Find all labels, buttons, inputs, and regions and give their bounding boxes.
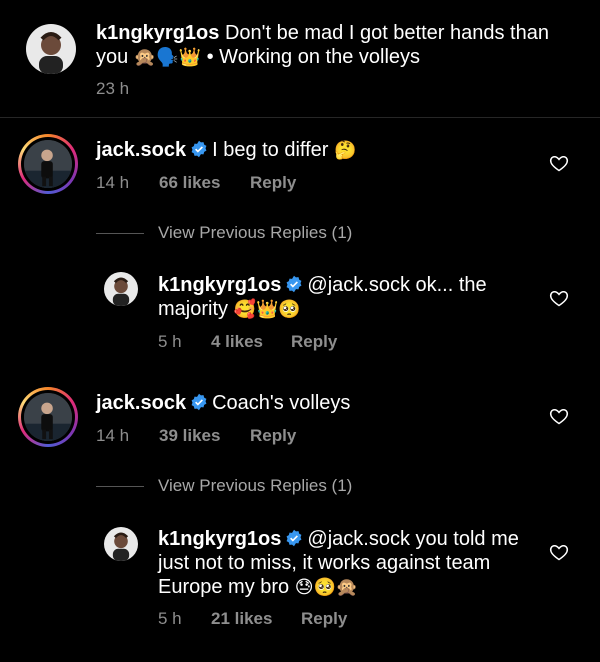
- reply2-time: 5 h: [158, 609, 182, 628]
- comment1-time: 14 h: [96, 173, 130, 192]
- reply1-emoji: 🥰👑🥺: [233, 299, 301, 320]
- verified-badge-icon: [191, 140, 207, 158]
- comment1-likes[interactable]: 66 likes: [159, 173, 220, 193]
- comment1-emoji: 🤔: [334, 140, 357, 161]
- reply2-text: k1ngkyrg1os @jack.sock you told me just n…: [158, 527, 538, 600]
- reply1-likes[interactable]: 4 likes: [211, 332, 263, 352]
- reply2-line2: just not to miss, it works against team: [158, 552, 491, 574]
- comment1-reply-button[interactable]: Reply: [250, 173, 296, 193]
- caption-author-avatar[interactable]: [26, 24, 76, 74]
- comment1-avatar[interactable]: [18, 134, 78, 194]
- comment2-view-replies-line: [96, 486, 144, 487]
- comment2-avatar[interactable]: [18, 387, 78, 447]
- reply2-username[interactable]: k1ngkyrg1os: [158, 528, 281, 550]
- caption-divider: [0, 117, 600, 118]
- reply1-avatar[interactable]: [104, 272, 138, 306]
- comment2-text: jack.sock Coach's volleys: [96, 391, 350, 415]
- comment2-likes[interactable]: 39 likes: [159, 426, 220, 446]
- comment2-time: 14 h: [96, 426, 130, 445]
- reply2-line1: @jack.sock you told me: [307, 528, 519, 550]
- reply1-line2: majority: [158, 298, 234, 320]
- comment2-body: Coach's volleys: [212, 392, 351, 414]
- caption-username[interactable]: k1ngkyrg1os: [96, 22, 219, 44]
- comment2-like-heart-icon[interactable]: [549, 406, 569, 426]
- reply1-text: k1ngkyrg1os @jack.sock ok... the majority…: [158, 273, 538, 322]
- reply1-username[interactable]: k1ngkyrg1os: [158, 274, 281, 296]
- reply1-time: 5 h: [158, 332, 182, 351]
- comment1-view-previous-replies[interactable]: View Previous Replies (1): [158, 223, 352, 243]
- comment1-text: jack.sock I beg to differ 🤔: [96, 138, 356, 163]
- reply1-reply-button[interactable]: Reply: [291, 332, 337, 352]
- caption-line2-end: • Working on the volleys: [201, 46, 421, 68]
- verified-badge-icon: [191, 393, 207, 411]
- verified-badge-icon: [286, 275, 302, 293]
- verified-badge-icon: [286, 529, 302, 547]
- comment2-username[interactable]: jack.sock: [96, 392, 186, 414]
- comment1-body: I beg to differ: [212, 139, 329, 161]
- reply2-avatar[interactable]: [104, 527, 138, 561]
- caption-emoji: 🙊🗣️👑: [133, 47, 202, 68]
- reply2-reply-button[interactable]: Reply: [301, 609, 347, 629]
- comment1-username[interactable]: jack.sock: [96, 139, 186, 161]
- reply1-like-heart-icon[interactable]: [549, 288, 569, 308]
- comment2-reply-button[interactable]: Reply: [250, 426, 296, 446]
- reply2-like-heart-icon[interactable]: [549, 542, 569, 562]
- caption-line2-start: you: [96, 46, 134, 68]
- comment1-view-replies-line: [96, 233, 144, 234]
- caption-text: k1ngkyrg1os Don't be mad I got better ha…: [96, 21, 576, 70]
- reply2-line3: Europe my bro: [158, 576, 295, 598]
- reply1-line1: @jack.sock ok... the: [307, 274, 487, 296]
- reply2-likes[interactable]: 21 likes: [211, 609, 272, 629]
- reply2-emoji: 😓🥺🙊: [294, 577, 359, 598]
- caption-time: 23 h: [96, 79, 130, 98]
- comment2-view-previous-replies[interactable]: View Previous Replies (1): [158, 476, 352, 496]
- caption-line1: Don't be mad I got better hands than: [219, 22, 549, 44]
- comment1-like-heart-icon[interactable]: [549, 153, 569, 173]
